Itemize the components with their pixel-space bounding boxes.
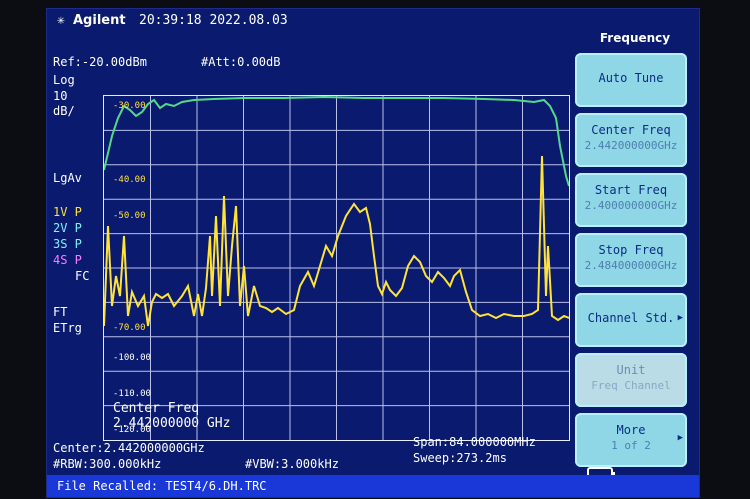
file-recalled-status: File Recalled: TEST4/6.DH.TRC bbox=[57, 479, 267, 493]
softkey-menu-title: Frequency bbox=[599, 31, 671, 45]
start-freq-value: 2.400000000GHz bbox=[584, 199, 678, 212]
unit-button[interactable]: Unit Freq Channel bbox=[575, 353, 687, 407]
y-tick-5: -70.00 bbox=[113, 323, 146, 333]
resolution-bandwidth: #RBW:300.000kHz bbox=[53, 457, 162, 471]
trace-grid bbox=[103, 95, 570, 441]
top-bar: ✳ Agilent 20:39:18 2022.08.03 bbox=[47, 9, 699, 31]
analyzer-screen: ✳ Agilent 20:39:18 2022.08.03 Ref:-20.00… bbox=[46, 8, 700, 498]
channel-std-label: Channel Std. bbox=[587, 311, 675, 325]
softkey-panel: Frequency Auto Tune Center Freq 2.442000… bbox=[571, 31, 699, 473]
more-page: 1 of 2 bbox=[611, 439, 651, 452]
more-button[interactable]: More 1 of 2 ▶ bbox=[575, 413, 687, 467]
attenuation: #Att:0.00dB bbox=[201, 55, 281, 69]
stop-freq-value: 2.484000000GHz bbox=[584, 259, 678, 272]
y-tick-1: -30.00 bbox=[113, 101, 146, 111]
stop-freq-label: Stop Freq bbox=[598, 243, 664, 257]
submenu-arrow-icon: ▶ bbox=[677, 313, 683, 323]
center-freq-entry-value: 2.442000000 GHz bbox=[113, 416, 231, 431]
unit-freq-option: Freq bbox=[591, 379, 618, 392]
center-frequency: Center:2.442000000GHz bbox=[53, 441, 205, 455]
span: Span:84.000000MHz bbox=[413, 435, 536, 449]
start-freq-button[interactable]: Start Freq 2.400000000GHz bbox=[575, 173, 687, 227]
center-freq-value: 2.442000000GHz bbox=[584, 139, 678, 152]
trace-4-label: 4S P bbox=[53, 253, 82, 267]
center-freq-button[interactable]: Center Freq 2.442000000GHz bbox=[575, 113, 687, 167]
unit-channel-option: Channel bbox=[624, 379, 671, 392]
trace-3-label: 3S P bbox=[53, 237, 82, 251]
video-bandwidth: #VBW:3.000kHz bbox=[245, 457, 339, 471]
reference-level: Ref:-20.00dBm bbox=[53, 55, 147, 69]
ft-indicator: FT bbox=[53, 305, 68, 319]
status-bar: File Recalled: TEST4/6.DH.TRC bbox=[47, 475, 699, 497]
trace-2-label: 2V P bbox=[53, 221, 82, 235]
grid-lines bbox=[104, 96, 569, 440]
start-freq-label: Start Freq bbox=[594, 183, 668, 197]
scale-type: Log bbox=[53, 73, 75, 87]
fc-indicator: FC bbox=[75, 269, 90, 283]
sweep-time: Sweep:273.2ms bbox=[413, 451, 507, 465]
y-tick-2: -40.00 bbox=[113, 175, 146, 185]
more-label: More bbox=[616, 423, 646, 437]
more-arrow-icon: ▶ bbox=[677, 433, 683, 443]
unit-label: Unit bbox=[616, 363, 646, 377]
datetime: 20:39:18 2022.08.03 bbox=[139, 13, 288, 28]
scale-unit: dB/ bbox=[53, 104, 75, 118]
center-freq-label: Center Freq bbox=[591, 123, 671, 137]
detector: LgAv bbox=[53, 171, 82, 185]
brand-name: Agilent bbox=[73, 13, 126, 28]
center-freq-entry-box: Center Freq 2.442000000 GHz bbox=[113, 401, 230, 431]
stop-freq-button[interactable]: Stop Freq 2.484000000GHz bbox=[575, 233, 687, 287]
etrg-indicator: ETrg bbox=[53, 321, 82, 335]
trace-1-label: 1V P bbox=[53, 205, 82, 219]
y-tick-8: -100.00 bbox=[113, 353, 151, 363]
auto-tune-button[interactable]: Auto Tune bbox=[575, 53, 687, 107]
y-tick-3: -50.00 bbox=[113, 211, 146, 221]
channel-std-button[interactable]: Channel Std. ▶ bbox=[575, 293, 687, 347]
scale-value: 10 bbox=[53, 89, 68, 103]
unit-options: Freq Channel bbox=[575, 379, 687, 392]
auto-tune-label: Auto Tune bbox=[598, 71, 664, 85]
agilent-spark-icon: ✳ bbox=[57, 13, 65, 28]
center-freq-entry-title: Center Freq bbox=[113, 401, 200, 416]
y-tick-9: -110.00 bbox=[113, 389, 151, 399]
